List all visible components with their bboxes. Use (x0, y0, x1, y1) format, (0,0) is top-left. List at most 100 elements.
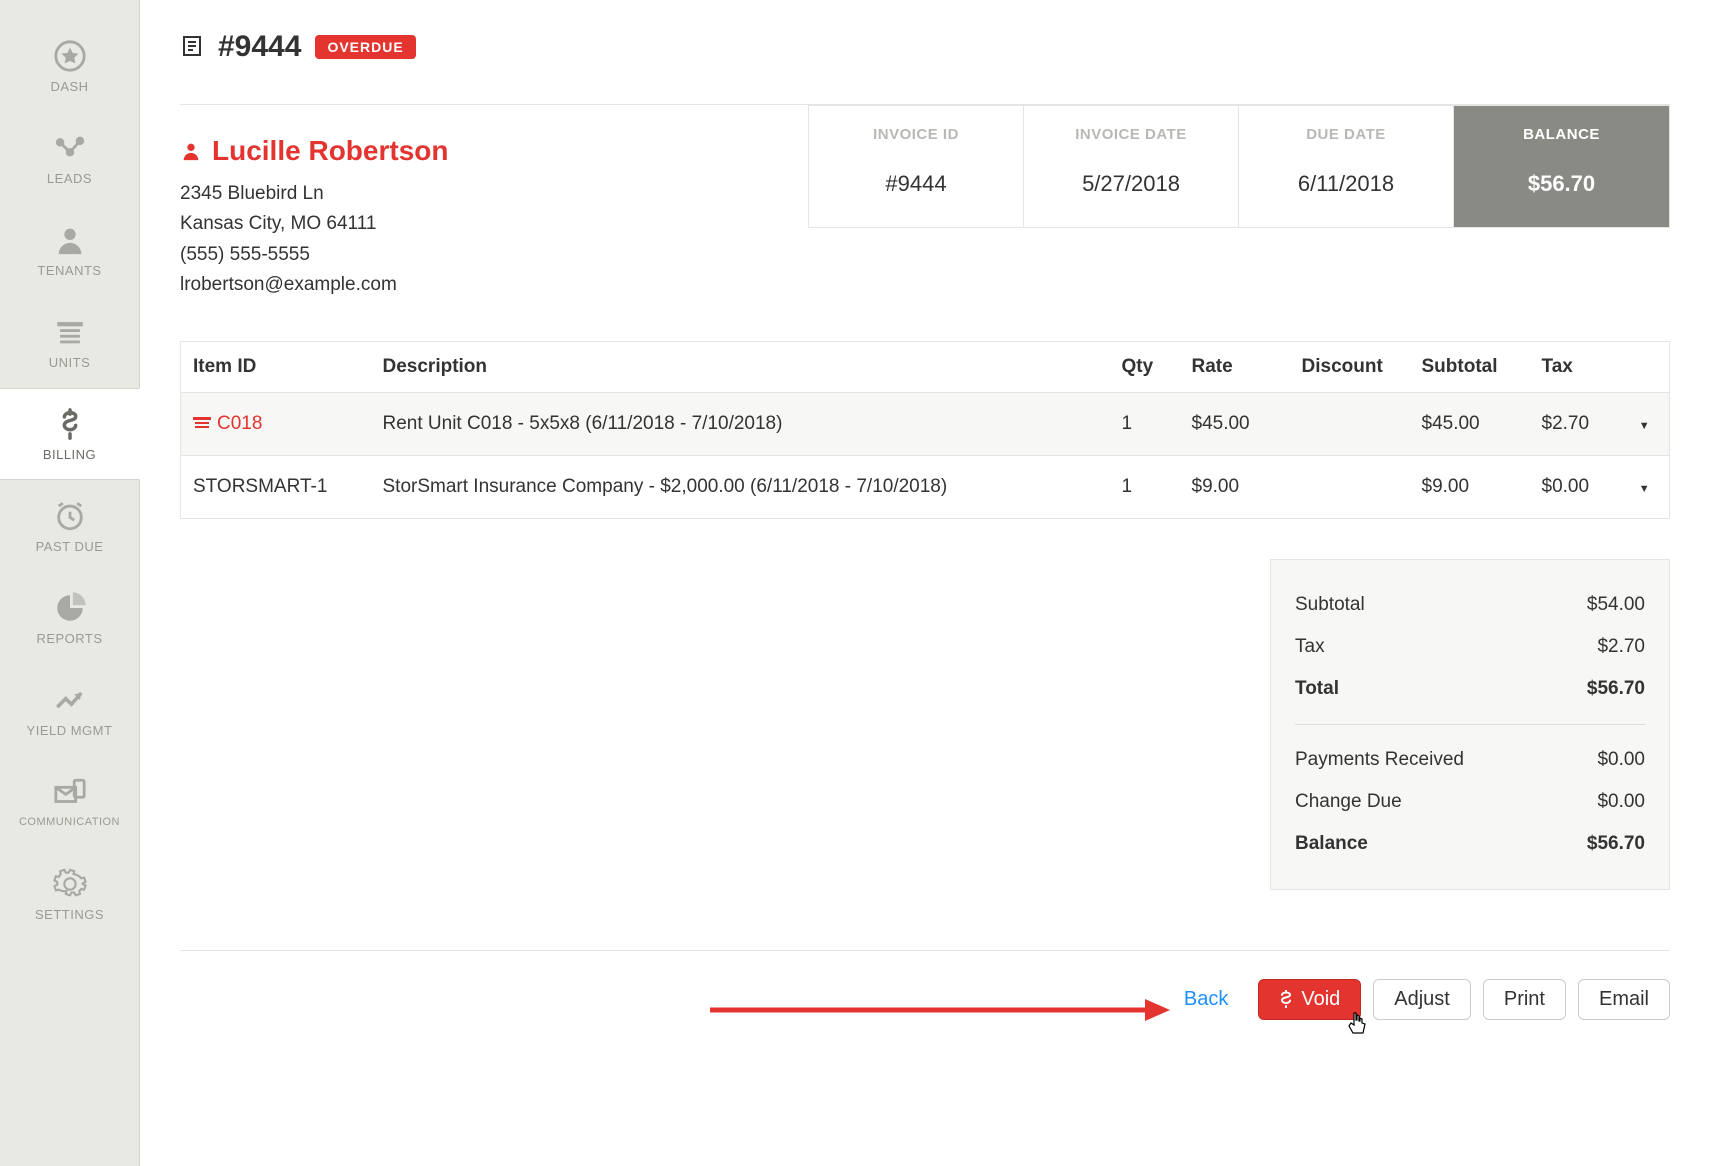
summary-value: 5/27/2018 (1034, 171, 1228, 197)
dollar-icon (53, 407, 87, 441)
sidebar-item-billing[interactable]: BILLING (0, 388, 140, 480)
sidebar-item-units[interactable]: UNITS (0, 296, 139, 388)
table-row: C018 Rent Unit C018 - 5x5x8 (6/11/2018 -… (181, 392, 1670, 455)
status-badge: OVERDUE (315, 35, 415, 59)
customer-phone: (555) 555-5555 (180, 240, 808, 270)
star-circle-icon (53, 39, 87, 73)
col-tax: Tax (1530, 341, 1620, 392)
document-icon (180, 34, 204, 61)
totals-balance: Balance $56.70 (1295, 823, 1645, 865)
col-qty: Qty (1110, 341, 1180, 392)
person-icon (180, 140, 202, 162)
table-row: STORSMART-1 StorSmart Insurance Company … (181, 455, 1670, 518)
cell-qty: 1 (1110, 455, 1180, 518)
sidebar-item-label: SETTINGS (35, 907, 104, 922)
item-id-text: C018 (217, 413, 262, 434)
label: Total (1295, 678, 1339, 700)
cell-tax: $2.70 (1530, 392, 1620, 455)
alarm-icon (53, 499, 87, 533)
print-button[interactable]: Print (1483, 979, 1566, 1020)
sidebar-item-settings[interactable]: SETTINGS (0, 848, 139, 940)
cell-description: StorSmart Insurance Company - $2,000.00 … (371, 455, 1110, 518)
summary-invoice-id: INVOICE ID #9444 (809, 106, 1024, 227)
expand-row[interactable]: ▼ (1620, 392, 1670, 455)
sidebar-item-label: YIELD MGMT (27, 723, 113, 738)
line-items-table: Item ID Description Qty Rate Discount Su… (180, 341, 1670, 519)
chevron-down-icon: ▼ (1639, 483, 1650, 495)
mail-phone-icon (53, 776, 87, 810)
customer-address2: Kansas City, MO 64111 (180, 209, 808, 239)
summary-label: DUE DATE (1249, 126, 1443, 143)
cell-tax: $0.00 (1530, 455, 1620, 518)
totals-payments: Payments Received $0.00 (1295, 739, 1645, 781)
garage-icon (53, 315, 87, 349)
label: Subtotal (1295, 594, 1365, 616)
expand-row[interactable]: ▼ (1620, 455, 1670, 518)
trend-icon (53, 683, 87, 717)
cell-subtotal: $9.00 (1410, 455, 1530, 518)
invoice-summary: INVOICE ID #9444 INVOICE DATE 5/27/2018 … (808, 105, 1670, 228)
pie-icon (53, 591, 87, 625)
back-link[interactable]: Back (1184, 988, 1228, 1011)
sidebar-item-label: COMMUNICATION (19, 816, 120, 828)
sidebar-item-label: PAST DUE (36, 539, 104, 554)
sidebar-item-label: LEADS (47, 171, 92, 186)
sidebar-item-communication[interactable]: COMMUNICATION (0, 756, 139, 848)
sidebar-item-label: UNITS (49, 355, 91, 370)
sidebar-item-tenants[interactable]: TENANTS (0, 204, 139, 296)
customer-name-text: Lucille Robertson (212, 135, 448, 167)
totals-change: Change Due $0.00 (1295, 781, 1645, 823)
void-button[interactable]: Void (1258, 979, 1361, 1020)
label: Payments Received (1295, 749, 1464, 771)
totals-box: Subtotal $54.00 Tax $2.70 Total $56.70 P… (1270, 559, 1670, 890)
nodes-icon (53, 131, 87, 165)
col-description: Description (371, 341, 1110, 392)
col-subtotal: Subtotal (1410, 341, 1530, 392)
footer-actions: Back Void Adjust Print Email (180, 950, 1670, 1020)
totals-subtotal: Subtotal $54.00 (1295, 584, 1645, 626)
cell-item-id[interactable]: C018 (181, 392, 371, 455)
sidebar-item-dash[interactable]: DASH (0, 20, 139, 112)
adjust-button[interactable]: Adjust (1373, 979, 1471, 1020)
chevron-down-icon: ▼ (1639, 420, 1650, 432)
sidebar-item-label: REPORTS (36, 631, 102, 646)
page-title-row: #9444 OVERDUE (180, 30, 1670, 64)
unit-icon (193, 413, 217, 434)
gear-icon (53, 867, 87, 901)
cell-discount (1290, 392, 1410, 455)
summary-value: $56.70 (1464, 171, 1659, 197)
cell-rate: $45.00 (1180, 392, 1290, 455)
sidebar: DASH LEADS TENANTS UNITS BILLING (0, 0, 140, 1166)
customer-name[interactable]: Lucille Robertson (180, 135, 808, 167)
customer-address1: 2345 Bluebird Ln (180, 179, 808, 209)
sidebar-item-label: TENANTS (37, 263, 101, 278)
sidebar-item-yield[interactable]: YIELD MGMT (0, 664, 139, 756)
summary-value: #9444 (819, 171, 1013, 197)
label: Change Due (1295, 791, 1402, 813)
summary-label: INVOICE DATE (1034, 126, 1228, 143)
summary-invoice-date: INVOICE DATE 5/27/2018 (1024, 106, 1239, 227)
col-rate: Rate (1180, 341, 1290, 392)
col-expand (1620, 341, 1670, 392)
sidebar-item-reports[interactable]: REPORTS (0, 572, 139, 664)
void-label: Void (1301, 988, 1340, 1011)
cell-discount (1290, 455, 1410, 518)
value: $54.00 (1587, 594, 1645, 616)
customer-block: Lucille Robertson 2345 Bluebird Ln Kansa… (180, 135, 808, 301)
sidebar-item-pastdue[interactable]: PAST DUE (0, 480, 139, 572)
sidebar-item-label: BILLING (43, 447, 96, 462)
value: $2.70 (1597, 636, 1645, 658)
totals-total: Total $56.70 (1295, 668, 1645, 710)
cell-item-id: STORSMART-1 (181, 455, 371, 518)
value: $0.00 (1597, 791, 1645, 813)
sidebar-item-leads[interactable]: LEADS (0, 112, 139, 204)
cell-subtotal: $45.00 (1410, 392, 1530, 455)
sidebar-item-label: DASH (50, 79, 88, 94)
value: $0.00 (1597, 749, 1645, 771)
summary-label: BALANCE (1464, 126, 1659, 143)
email-button[interactable]: Email (1578, 979, 1670, 1020)
value: $56.70 (1587, 678, 1645, 700)
invoice-number: #9444 (218, 30, 301, 64)
main-content: #9444 OVERDUE Lucille Robertson 2345 Blu… (140, 0, 1710, 1166)
value: $56.70 (1587, 833, 1645, 855)
